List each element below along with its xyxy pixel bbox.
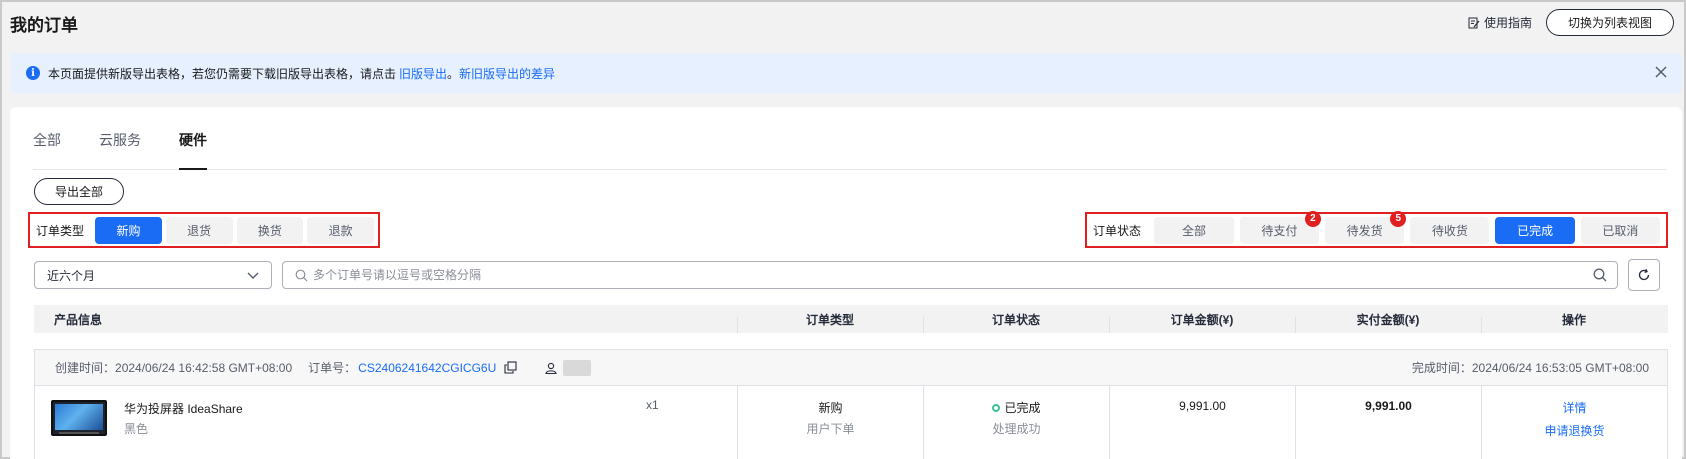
paid-amount-cell: 9,991.00 <box>1295 386 1481 459</box>
tab-cloud-service[interactable]: 云服务 <box>99 130 141 170</box>
column-paid-amount: 实付金额(¥) <box>1295 311 1481 333</box>
column-order-status: 订单状态 <box>923 311 1109 333</box>
old-export-link[interactable]: 旧版导出 <box>399 65 447 82</box>
order-category-tabs: 全部 云服务 硬件 <box>33 130 1666 170</box>
time-range-value: 近六个月 <box>47 268 96 283</box>
order-number-link[interactable]: CS2406241642CGICG6U <box>358 361 496 375</box>
order-type-sub: 用户下单 <box>806 422 855 436</box>
masked-account-name <box>563 359 592 376</box>
notice-text: 本页面提供新版导出表格，若您仍需要下载旧版导出表格，请点击 <box>48 66 397 81</box>
product-quantity: x1 <box>646 398 659 412</box>
page-frame: 我的订单 使用指南 切换为列表视图 i 本页面提供新版导出表格，若您仍需要下载旧… <box>0 0 1686 459</box>
finished-time: 2024/06/24 16:53:05 GMT+08:00 <box>1471 361 1649 375</box>
order-status-filter: 订单状态 全部 待支付 2 待发货 5 待收货 已完成 已取消 <box>1085 210 1668 248</box>
status-pending-receipt-label: 待收货 <box>1431 223 1468 238</box>
status-pending-payment-label: 待支付 <box>1261 223 1298 238</box>
order-type-refund[interactable]: 退款 <box>307 216 374 244</box>
pending-shipment-count-badge: 5 <box>1390 210 1407 227</box>
created-time-label: 创建时间： <box>55 361 116 375</box>
user-icon <box>545 362 557 374</box>
edit-doc-icon <box>1468 17 1480 28</box>
switch-to-list-view-button[interactable]: 切换为列表视图 <box>1546 9 1674 36</box>
order-status-sub: 处理成功 <box>992 422 1041 436</box>
status-pending-payment[interactable]: 待支付 2 <box>1239 210 1321 244</box>
status-cancelled[interactable]: 已取消 <box>1580 216 1661 244</box>
page-title: 我的订单 <box>10 16 78 35</box>
product-name: 华为投屏器 IdeaShare <box>124 402 243 416</box>
order-search-input[interactable] <box>313 268 1513 282</box>
order-type-filter: 订单类型 新购 退货 换货 退款 <box>28 212 380 248</box>
actions-cell: 详情 申请退换货 <box>1481 386 1667 459</box>
status-completed-label: 已完成 <box>1517 223 1554 238</box>
notice-separator: 。 <box>447 66 460 81</box>
order-amount-value: 9,991.00 <box>1179 399 1226 413</box>
copy-icon[interactable] <box>504 361 517 374</box>
order-type-label: 订单类型 <box>36 223 85 238</box>
status-all[interactable]: 全部 <box>1154 216 1234 244</box>
order-type-value: 新购 <box>818 401 843 415</box>
order-type-new-purchase[interactable]: 新购 <box>95 216 162 244</box>
order-status-value: 已完成 <box>1004 401 1041 415</box>
orders-panel: 全部 云服务 硬件 导出全部 订单类型 新购 退货 换货 退款 订单状态 全部 … <box>10 107 1682 459</box>
status-all-label: 全部 <box>1182 223 1207 238</box>
usage-guide-label: 使用指南 <box>1483 16 1532 30</box>
notice-banner: i 本页面提供新版导出表格，若您仍需要下载旧版导出表格，请点击 旧版导出 。 新… <box>10 53 1682 93</box>
status-complete-dot-icon <box>992 403 1001 412</box>
apply-return-exchange-link[interactable]: 申请退换货 <box>1482 422 1667 439</box>
order-amount-cell: 9,991.00 <box>1109 386 1295 459</box>
close-icon[interactable] <box>1654 65 1668 79</box>
paid-amount-value: 9,991.00 <box>1365 399 1412 413</box>
status-cancelled-label: 已取消 <box>1602 223 1639 238</box>
details-link[interactable]: 详情 <box>1482 399 1667 416</box>
column-product-info: 产品信息 <box>54 312 103 327</box>
product-color: 黑色 <box>124 422 149 436</box>
usage-guide-link[interactable]: 使用指南 <box>1468 14 1532 31</box>
tab-hardware[interactable]: 硬件 <box>179 130 207 170</box>
order-status-cell: 已完成 处理成功 <box>923 386 1109 459</box>
status-pending-receipt[interactable]: 待收货 <box>1410 216 1490 244</box>
order-meta-bar: 创建时间： 2024/06/24 16:42:58 GMT+08:00 订单号：… <box>35 350 1667 386</box>
chevron-down-icon <box>247 272 259 279</box>
pending-payment-count-badge: 2 <box>1304 210 1321 227</box>
order-status-label: 订单状态 <box>1093 223 1142 238</box>
column-order-amount: 订单金额(¥) <box>1109 311 1295 333</box>
column-order-type: 订单类型 <box>737 311 923 333</box>
order-type-return[interactable]: 退货 <box>165 216 233 244</box>
time-range-select[interactable]: 近六个月 <box>34 261 272 289</box>
product-info-cell: 华为投屏器 IdeaShare 黑色 x1 <box>35 386 737 459</box>
order-card: 创建时间： 2024/06/24 16:42:58 GMT+08:00 订单号：… <box>34 349 1668 459</box>
refresh-icon <box>1638 268 1650 281</box>
info-icon: i <box>26 66 40 80</box>
search-icon <box>295 269 308 282</box>
search-submit-icon[interactable] <box>1593 268 1607 282</box>
finished-time-group: 完成时间：2024/06/24 16:53:05 GMT+08:00 <box>1412 359 1649 376</box>
created-time: 2024/06/24 16:42:58 GMT+08:00 <box>115 360 293 375</box>
finished-time-label: 完成时间： <box>1411 361 1472 375</box>
status-pending-shipment-label: 待发货 <box>1346 223 1383 238</box>
orders-table-header: 产品信息 订单类型 订单状态 订单金额(¥) 实付金额(¥) 操作 <box>34 305 1668 333</box>
product-image <box>51 400 107 436</box>
status-completed[interactable]: 已完成 <box>1495 216 1575 244</box>
order-search-field <box>282 261 1618 289</box>
order-no-label: 订单号： <box>308 361 357 375</box>
export-diff-link[interactable]: 新旧版导出的差异 <box>459 65 555 82</box>
table-row: 华为投屏器 IdeaShare 黑色 x1 新购 用户下单 已完成 处理成功 9… <box>35 386 1667 459</box>
refresh-button[interactable] <box>1628 259 1660 291</box>
export-all-button[interactable]: 导出全部 <box>34 178 124 205</box>
order-type-cell: 新购 用户下单 <box>737 386 923 459</box>
status-pending-shipment[interactable]: 待发货 5 <box>1324 210 1407 244</box>
column-actions: 操作 <box>1481 311 1667 333</box>
order-type-exchange[interactable]: 换货 <box>236 216 304 244</box>
tab-all[interactable]: 全部 <box>33 130 61 170</box>
